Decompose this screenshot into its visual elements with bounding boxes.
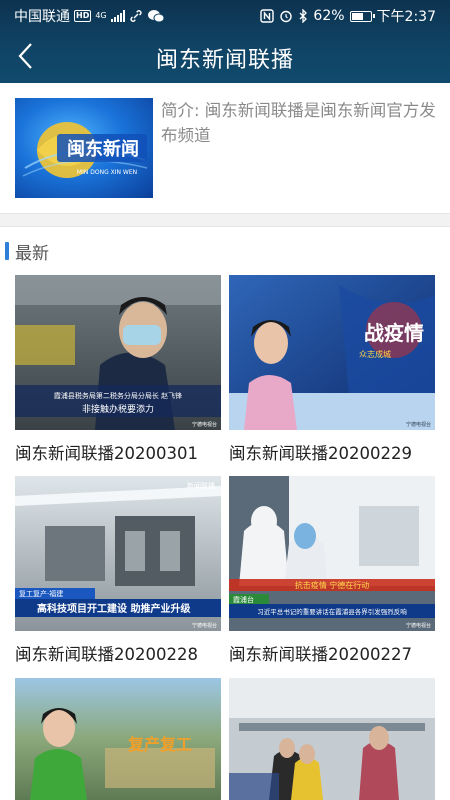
video-thumbnail[interactable]: 霞浦县税务局第二税务分局分局长 赵飞锋 非接触办税要添力 宁德电视台 <box>15 275 221 430</box>
logo-text: 闽东新闻 <box>67 138 139 160</box>
video-card[interactable]: 复产复工 <box>15 678 221 800</box>
watermark: 宁德电视台 <box>192 421 217 428</box>
hd-badge: HD <box>74 10 92 22</box>
video-title[interactable]: 闽东新闻联播20200228 <box>15 641 221 665</box>
app-header: 中国联通 HD 4G 62% 下午2:37 闽东新闻联播 <box>0 0 450 83</box>
video-card[interactable]: 抗击疫情 宁德在行动 霞浦台 习近平总书记的重要讲话在霞浦县各界引发强烈反响 宁… <box>229 476 435 665</box>
overlay-top: 抗击疫情 宁德在行动 <box>295 580 370 590</box>
video-thumbnail[interactable]: 抗击疫情 宁德在行动 霞浦台 习近平总书记的重要讲话在霞浦县各界引发强烈反响 宁… <box>229 476 435 631</box>
watermark: 宁德电视台 <box>406 622 431 629</box>
watermark: 宁德电视台 <box>406 421 431 428</box>
section-header: 最新 <box>0 238 49 264</box>
video-title[interactable]: 闽东新闻联播20200229 <box>229 440 435 464</box>
video-thumbnail[interactable] <box>229 678 435 800</box>
overlay-corner: 新闻联播 <box>187 481 215 490</box>
network-type: 4G <box>95 11 107 20</box>
section-divider <box>0 213 450 227</box>
overlay-location: 霞浦台 <box>233 595 254 604</box>
wechat-icon <box>147 10 165 23</box>
video-card[interactable] <box>229 678 435 800</box>
nfc-icon <box>260 9 275 23</box>
nav-bar: 闽东新闻联播 <box>0 30 450 83</box>
carrier-label: 中国联通 <box>14 9 70 25</box>
bluetooth-icon <box>299 9 308 23</box>
video-thumbnail[interactable]: 复产复工 <box>15 678 221 800</box>
channel-logo: 闽东新闻 MIN DONG XIN WEN <box>15 98 153 198</box>
signal-icon <box>110 10 125 22</box>
video-card[interactable]: 新闻联播 复工复产·福建 高科技项目开工建设 助推产业升级 宁德电视台 闽东新闻… <box>15 476 221 665</box>
video-card[interactable]: 霞浦县税务局第二税务分局分局长 赵飞锋 非接触办税要添力 宁德电视台 闽东新闻联… <box>15 275 221 464</box>
video-thumbnail[interactable]: 新闻联播 复工复产·福建 高科技项目开工建设 助推产业升级 宁德电视台 <box>15 476 221 631</box>
page-title: 闽东新闻联播 <box>155 48 294 73</box>
overlay-subtitle: 非接触办税要添力 <box>82 403 154 415</box>
alarm-icon <box>280 10 293 23</box>
video-title[interactable]: 闽东新闻联播20200301 <box>15 440 221 464</box>
video-thumbnail[interactable]: 战疫情 众志成城 宁德电视台 <box>229 275 435 430</box>
channel-intro: 闽东新闻 MIN DONG XIN WEN 简介: 闽东新闻联播是闽东新闻官方发… <box>0 83 450 213</box>
overlay-headline: 高科技项目开工建设 助推产业升级 <box>37 602 191 615</box>
overlay-tag: 复工复产·福建 <box>19 589 63 598</box>
overlay-tag: 复产复工 <box>127 735 192 754</box>
link-icon <box>130 10 142 22</box>
section-title: 最新 <box>15 243 49 264</box>
clock: 下午2:37 <box>376 9 436 25</box>
overlay-tag: 战疫情 <box>364 321 424 345</box>
watermark: 宁德电视台 <box>192 622 217 629</box>
video-card[interactable]: 战疫情 众志成城 宁德电视台 闽东新闻联播20200229 <box>229 275 435 464</box>
overlay-headline: 习近平总书记的重要讲话在霞浦县各界引发强烈反响 <box>257 607 407 616</box>
battery-icon <box>349 10 375 22</box>
battery-percent: 62% <box>313 8 345 24</box>
section-accent-bar <box>5 242 9 260</box>
overlay-caption: 霞浦县税务局第二税务分局分局长 赵飞锋 <box>54 391 182 400</box>
channel-description: 简介: 闽东新闻联播是闽东新闻官方发布频道 <box>161 101 436 145</box>
video-title[interactable]: 闽东新闻联播20200227 <box>229 641 435 665</box>
logo-subtext: MIN DONG XIN WEN <box>77 169 137 176</box>
overlay-small: 众志成城 <box>359 349 391 359</box>
status-bar: 中国联通 HD 4G 62% 下午2:37 <box>0 0 450 30</box>
